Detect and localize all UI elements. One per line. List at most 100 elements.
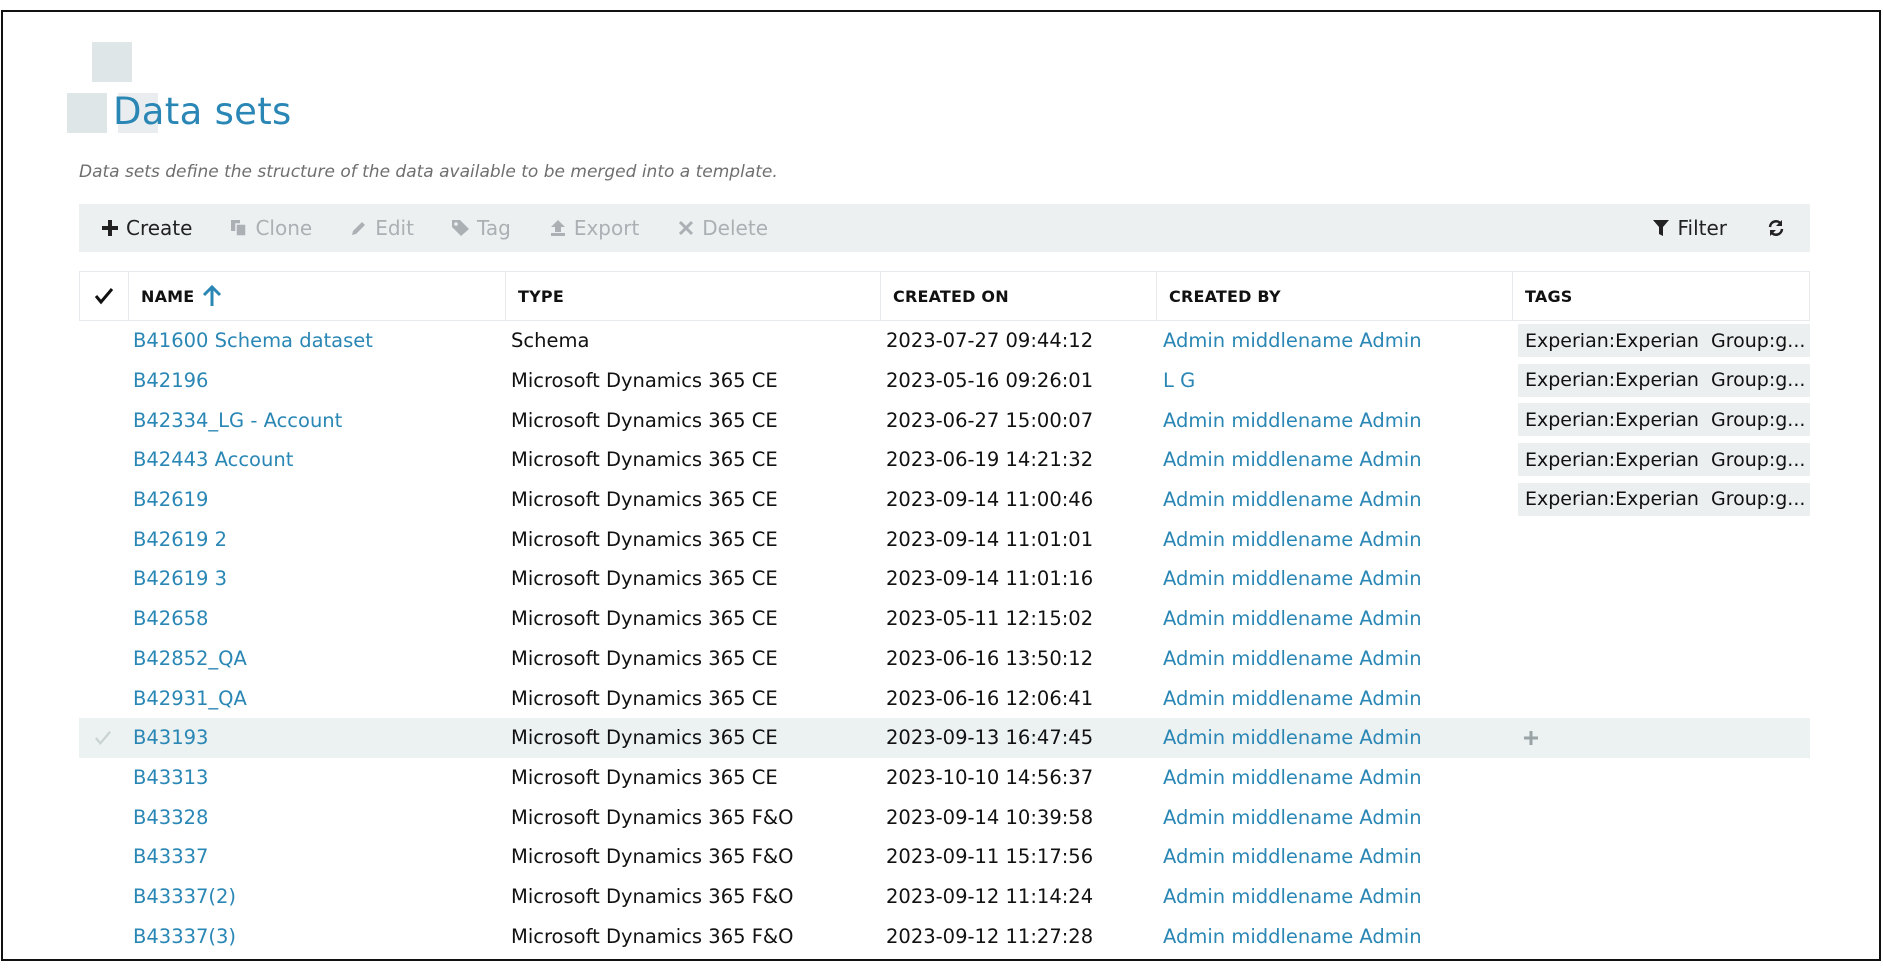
- table-row[interactable]: B42931_QA Microsoft Dynamics 365 CE 2023-0…: [79, 678, 1810, 718]
- export-button[interactable]: Export: [547, 216, 639, 240]
- dataset-name-link[interactable]: B42196: [133, 361, 208, 401]
- dataset-name-link[interactable]: B42658: [133, 599, 208, 639]
- row-checkbox[interactable]: [79, 400, 127, 440]
- table-row[interactable]: B43193 Microsoft Dynamics 365 CE 2023-09-1…: [79, 717, 1810, 758]
- row-checkbox[interactable]: [79, 837, 127, 877]
- table-row[interactable]: B42619 Microsoft Dynamics 365 CE 2023-09-1…: [79, 480, 1810, 520]
- dataset-created-by-link[interactable]: Admin middlename Admin: [1163, 519, 1422, 559]
- table-row[interactable]: B42443 Account Microsoft Dynamics 365 CE 2…: [79, 440, 1810, 480]
- dataset-name-link[interactable]: B43337(3): [133, 916, 236, 956]
- created-by-header-label: CREATED BY: [1169, 286, 1281, 306]
- row-checkbox[interactable]: [79, 639, 127, 679]
- create-button[interactable]: Create: [99, 216, 192, 240]
- table-row[interactable]: B43337(2) Microsoft Dynamics 365 F&O 2023-…: [79, 877, 1810, 917]
- dataset-created-by-link[interactable]: L G: [1163, 361, 1195, 401]
- table-row[interactable]: B43337 Microsoft Dynamics 365 F&O 2023-09-…: [79, 837, 1810, 877]
- dataset-created-by-link[interactable]: Admin middlename Admin: [1163, 678, 1422, 718]
- refresh-button[interactable]: [1765, 217, 1792, 239]
- dataset-created-by-link[interactable]: Admin middlename Admin: [1163, 916, 1422, 956]
- dataset-created-by-link[interactable]: Admin middlename Admin: [1163, 718, 1422, 758]
- dataset-created-by-link[interactable]: Admin middlename Admin: [1163, 321, 1422, 361]
- tag-chip[interactable]: Group:g...: [1704, 403, 1810, 437]
- row-checkbox[interactable]: [79, 480, 127, 520]
- table-row-cutoff: [79, 956, 1810, 959]
- column-header-created-on[interactable]: CREATED ON: [880, 272, 1156, 320]
- select-all-checkbox[interactable]: [80, 272, 128, 320]
- dataset-name-link[interactable]: B42443 Account: [133, 440, 293, 480]
- row-checkbox[interactable]: [79, 877, 127, 917]
- tag-chip[interactable]: Group:g...: [1704, 443, 1810, 477]
- column-header-tags[interactable]: TAGS: [1512, 272, 1811, 320]
- dataset-name-link[interactable]: B42852_QA: [133, 639, 247, 679]
- column-header-name[interactable]: NAME: [128, 272, 505, 320]
- dataset-created-by-link[interactable]: Admin middlename Admin: [1163, 639, 1422, 679]
- tag-chip[interactable]: Group:g...: [1704, 363, 1810, 397]
- dataset-created-by-link[interactable]: Admin middlename Admin: [1163, 440, 1422, 480]
- row-checkbox[interactable]: [79, 321, 127, 361]
- table-row[interactable]: B43313 Microsoft Dynamics 365 CE 2023-10-1…: [79, 758, 1810, 798]
- clone-button[interactable]: Clone: [228, 216, 312, 240]
- dataset-created-by-link[interactable]: Admin middlename Admin: [1163, 599, 1422, 639]
- dataset-created-on: 2023-07-27 09:44:12: [886, 329, 1094, 353]
- dataset-created-by-link[interactable]: Admin middlename Admin: [1163, 559, 1422, 599]
- dataset-name-link[interactable]: B42619: [133, 480, 208, 520]
- table-row[interactable]: B42619 3 Microsoft Dynamics 365 CE 2023-09…: [79, 559, 1810, 599]
- tag-chip[interactable]: Experian:Experian: [1518, 482, 1706, 516]
- dataset-created-by-link[interactable]: Admin middlename Admin: [1163, 758, 1422, 798]
- row-checkbox[interactable]: [79, 718, 127, 758]
- dataset-type: Microsoft Dynamics 365 CE: [511, 646, 778, 670]
- row-checkbox[interactable]: [79, 678, 127, 718]
- table-row[interactable]: B42619 2 Microsoft Dynamics 365 CE 2023-09…: [79, 519, 1810, 559]
- row-checkbox[interactable]: [79, 599, 127, 639]
- table-row[interactable]: B42852_QA Microsoft Dynamics 365 CE 2023-0…: [79, 639, 1810, 679]
- table-row[interactable]: B43328 Microsoft Dynamics 365 F&O 2023-09-…: [79, 797, 1810, 837]
- dataset-created-by-link[interactable]: Admin middlename Admin: [1163, 877, 1422, 917]
- delete-label: Delete: [702, 216, 768, 240]
- dataset-name-link[interactable]: B42931_QA: [133, 678, 247, 718]
- row-checkbox[interactable]: [79, 519, 127, 559]
- dataset-name-link[interactable]: B43337: [133, 837, 208, 877]
- dataset-created-on: 2023-05-16 09:26:01: [886, 369, 1094, 393]
- dataset-created-by-link[interactable]: Admin middlename Admin: [1163, 400, 1422, 440]
- row-checkbox[interactable]: [79, 440, 127, 480]
- column-header-created-by[interactable]: CREATED BY: [1156, 272, 1512, 320]
- table-row[interactable]: B43337(3) Microsoft Dynamics 365 F&O 2023-…: [79, 916, 1810, 956]
- row-checkbox[interactable]: [79, 916, 127, 956]
- tag-chip[interactable]: Group:g...: [1704, 482, 1810, 516]
- tag-chip[interactable]: Experian:Experian: [1518, 363, 1706, 397]
- dataset-created-on: 2023-06-19 14:21:32: [886, 448, 1094, 472]
- row-checkbox[interactable]: [79, 758, 127, 798]
- refresh-icon: [1765, 217, 1787, 239]
- dataset-created-by-link[interactable]: Admin middlename Admin: [1163, 837, 1422, 877]
- dataset-name-link[interactable]: B43193: [133, 718, 208, 758]
- table-row[interactable]: B42196 Microsoft Dynamics 365 CE 2023-05-1…: [79, 361, 1810, 401]
- dataset-name-link[interactable]: B43313: [133, 758, 208, 798]
- tag-chip[interactable]: Group:g...: [1704, 324, 1810, 357]
- tag-chip[interactable]: Experian:Experian: [1518, 324, 1706, 357]
- edit-button[interactable]: Edit: [348, 216, 414, 240]
- row-checkbox[interactable]: [79, 797, 127, 837]
- row-checkbox[interactable]: [79, 559, 127, 599]
- dataset-name-link[interactable]: B43328: [133, 797, 208, 837]
- table-row[interactable]: B42658 Microsoft Dynamics 365 CE 2023-05-1…: [79, 599, 1810, 639]
- table-row[interactable]: B41600 Schema dataset Schema 2023-07-27 09…: [79, 321, 1810, 361]
- dataset-name-link[interactable]: B42619 2: [133, 519, 227, 559]
- dataset-created-by-link[interactable]: Admin middlename Admin: [1163, 797, 1422, 837]
- dataset-type: Microsoft Dynamics 365 F&O: [511, 924, 794, 948]
- dataset-created-by-link[interactable]: Admin middlename Admin: [1163, 480, 1422, 520]
- row-checkbox[interactable]: [79, 361, 127, 401]
- add-tag-button[interactable]: [1524, 718, 1538, 758]
- tag-chip[interactable]: Experian:Experian: [1518, 403, 1706, 437]
- dataset-name-link[interactable]: B42619 3: [133, 559, 227, 599]
- tag-button[interactable]: Tag: [450, 216, 511, 240]
- filter-button[interactable]: Filter: [1650, 216, 1727, 240]
- dataset-name-link[interactable]: B43337(2): [133, 877, 236, 917]
- column-header-type[interactable]: TYPE: [505, 272, 880, 320]
- dataset-created-on: 2023-09-14 10:39:58: [886, 805, 1094, 829]
- tag-chip[interactable]: Experian:Experian: [1518, 443, 1706, 477]
- table-body: B41600 Schema dataset Schema 2023-07-27 09…: [79, 321, 1810, 956]
- table-row[interactable]: B42334_LG - Account Microsoft Dynamics 36…: [79, 400, 1810, 440]
- dataset-name-link[interactable]: B42334_LG - Account: [133, 400, 342, 440]
- dataset-name-link[interactable]: B41600 Schema dataset: [133, 321, 373, 361]
- delete-button[interactable]: Delete: [675, 216, 768, 240]
